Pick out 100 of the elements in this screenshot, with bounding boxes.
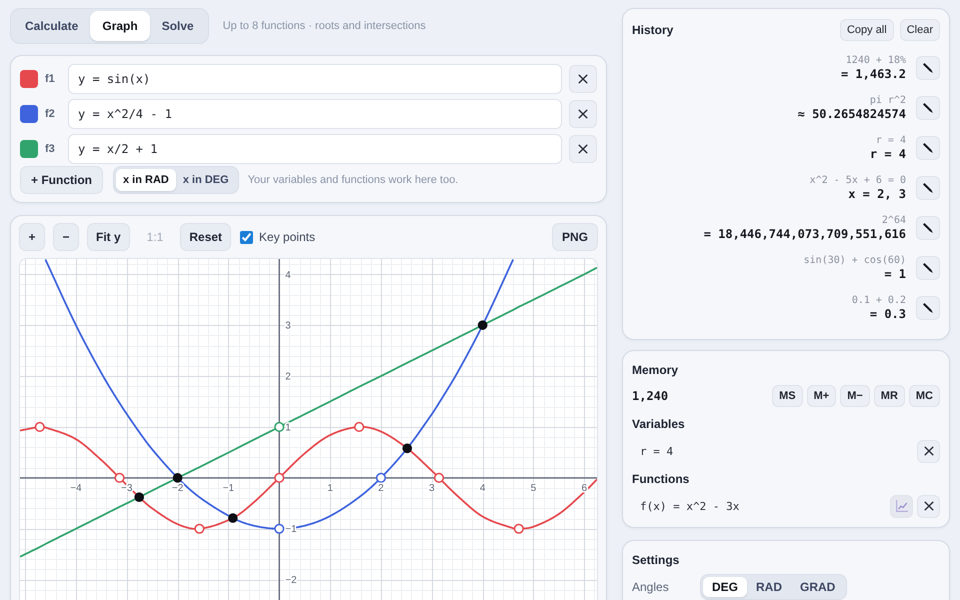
function-label: f1 [45, 73, 56, 85]
edit-button[interactable] [916, 56, 940, 80]
intersection-marker [172, 473, 182, 483]
history-result: r = 4 [870, 147, 906, 162]
pencil-icon [923, 143, 933, 153]
close-icon [578, 74, 588, 84]
x-tick-label: 1 [327, 482, 333, 494]
expression-input[interactable]: y = x/2 + 1 [68, 134, 562, 164]
memory-button[interactable]: M− [840, 385, 870, 407]
x-tick-label: −1 [222, 482, 234, 494]
mode-tab[interactable]: Calculate [13, 11, 90, 41]
toggle-option[interactable]: RAD [747, 577, 792, 597]
memory-button[interactable]: MR [874, 385, 905, 407]
edit-button[interactable] [916, 216, 940, 240]
toolbar-button[interactable]: Fit y [87, 223, 130, 251]
y-tick-label: 3 [285, 320, 291, 332]
section-title: Variables [632, 416, 685, 433]
checkbox-label: Key points [259, 230, 316, 244]
history-result: = 0.3 [870, 307, 906, 322]
toolbar-button[interactable]: + [19, 223, 45, 251]
remove-button[interactable] [917, 440, 940, 462]
y-tick-label: 1 [285, 422, 291, 434]
function-entry: f(x) = x^2 - 3x [639, 500, 740, 512]
toolbar-button[interactable]: Reset [180, 223, 232, 251]
remove-button[interactable] [569, 135, 597, 163]
pencil-icon [923, 183, 933, 193]
key-point-marker [34, 422, 45, 432]
expression-input[interactable]: y = x^2/4 - 1 [68, 99, 562, 129]
remove-button[interactable] [569, 65, 597, 93]
key-point-marker [274, 524, 284, 534]
intersection-marker [402, 444, 412, 454]
close-icon [578, 144, 588, 154]
x-tick-label: 4 [480, 482, 486, 494]
y-tick-label: 4 [285, 270, 291, 281]
add-function-button[interactable]: + Function [20, 166, 103, 194]
history-button[interactable]: Clear [900, 19, 940, 41]
intersection-marker [228, 513, 238, 523]
expression-input[interactable]: y = sin(x) [68, 64, 562, 94]
key-point-marker [114, 472, 125, 483]
function-label: f3 [45, 143, 56, 155]
key-point-marker [514, 524, 524, 534]
panel-title: Memory [632, 362, 678, 379]
pencil-icon [923, 103, 933, 113]
toggle-option[interactable]: x in RAD [116, 169, 176, 191]
y-tick-label: −2 [285, 575, 297, 586]
memory-value: 1,240 [632, 389, 668, 403]
history-expression: 0.1 + 0.2 [852, 294, 906, 307]
key-points-checkbox[interactable] [240, 230, 254, 244]
y-tick-label: 2 [285, 372, 291, 383]
intersection-marker [478, 320, 488, 330]
edit-button[interactable] [916, 96, 940, 120]
x-tick-label: 2 [378, 482, 384, 494]
section-title: Functions [632, 471, 690, 488]
key-point-marker [194, 524, 204, 534]
edit-button[interactable] [916, 256, 940, 280]
mode-tab[interactable]: Solve [150, 11, 206, 41]
toggle-option[interactable]: x in DEG [176, 169, 236, 191]
history-result: = 18,446,744,073,709,551,616 [704, 227, 906, 242]
edit-button[interactable] [916, 296, 940, 320]
chart-icon [896, 500, 908, 512]
export-button[interactable]: PNG [552, 223, 598, 251]
toggle-option[interactable]: GRAD [791, 577, 844, 597]
key-point-marker [354, 422, 364, 432]
mode-tab[interactable]: Graph [90, 11, 150, 41]
history-expression: r = 4 [876, 134, 906, 147]
remove-button[interactable] [917, 494, 940, 518]
functions-hint: Your variables and functions work here too. [248, 174, 458, 186]
intersection-marker [134, 492, 144, 502]
setting-label: Angles [632, 580, 670, 594]
variable-entry: r = 4 [639, 444, 674, 458]
memory-button[interactable]: MS [772, 385, 803, 407]
key-point-marker [434, 472, 444, 483]
history-result: ≈ 50.2654824574 [798, 107, 906, 122]
close-icon [578, 109, 588, 119]
toggle-option[interactable]: DEG [703, 577, 748, 597]
function-label: f2 [45, 108, 56, 120]
edit-button[interactable] [916, 136, 940, 160]
panel-title: Settings [632, 552, 680, 569]
history-expression: pi r^2 [870, 94, 906, 107]
history-expression: 1240 + 18% [846, 54, 906, 67]
close-icon [924, 501, 934, 511]
memory-button[interactable]: MC [908, 385, 940, 407]
x-tick-label: −4 [70, 482, 82, 494]
history-expression: 2^64 [882, 214, 906, 227]
x-tick-label: 3 [429, 482, 435, 494]
pencil-icon [923, 223, 933, 233]
history-button[interactable]: Copy all [840, 19, 894, 41]
x-tick-label: 5 [530, 482, 536, 494]
history-result: = 1 [884, 267, 906, 282]
memory-button[interactable]: M+ [806, 385, 836, 407]
toolbar-button[interactable]: − [53, 223, 79, 251]
pencil-icon [923, 263, 933, 273]
pencil-icon [923, 63, 933, 73]
history-result: = 1,463.2 [840, 67, 906, 82]
panel-title: History [632, 22, 674, 39]
close-icon [924, 446, 934, 456]
mode-hint: Up to 8 functions · roots and intersections [222, 20, 426, 32]
pencil-icon [923, 303, 933, 313]
edit-button[interactable] [916, 176, 940, 200]
remove-button[interactable] [569, 100, 597, 128]
